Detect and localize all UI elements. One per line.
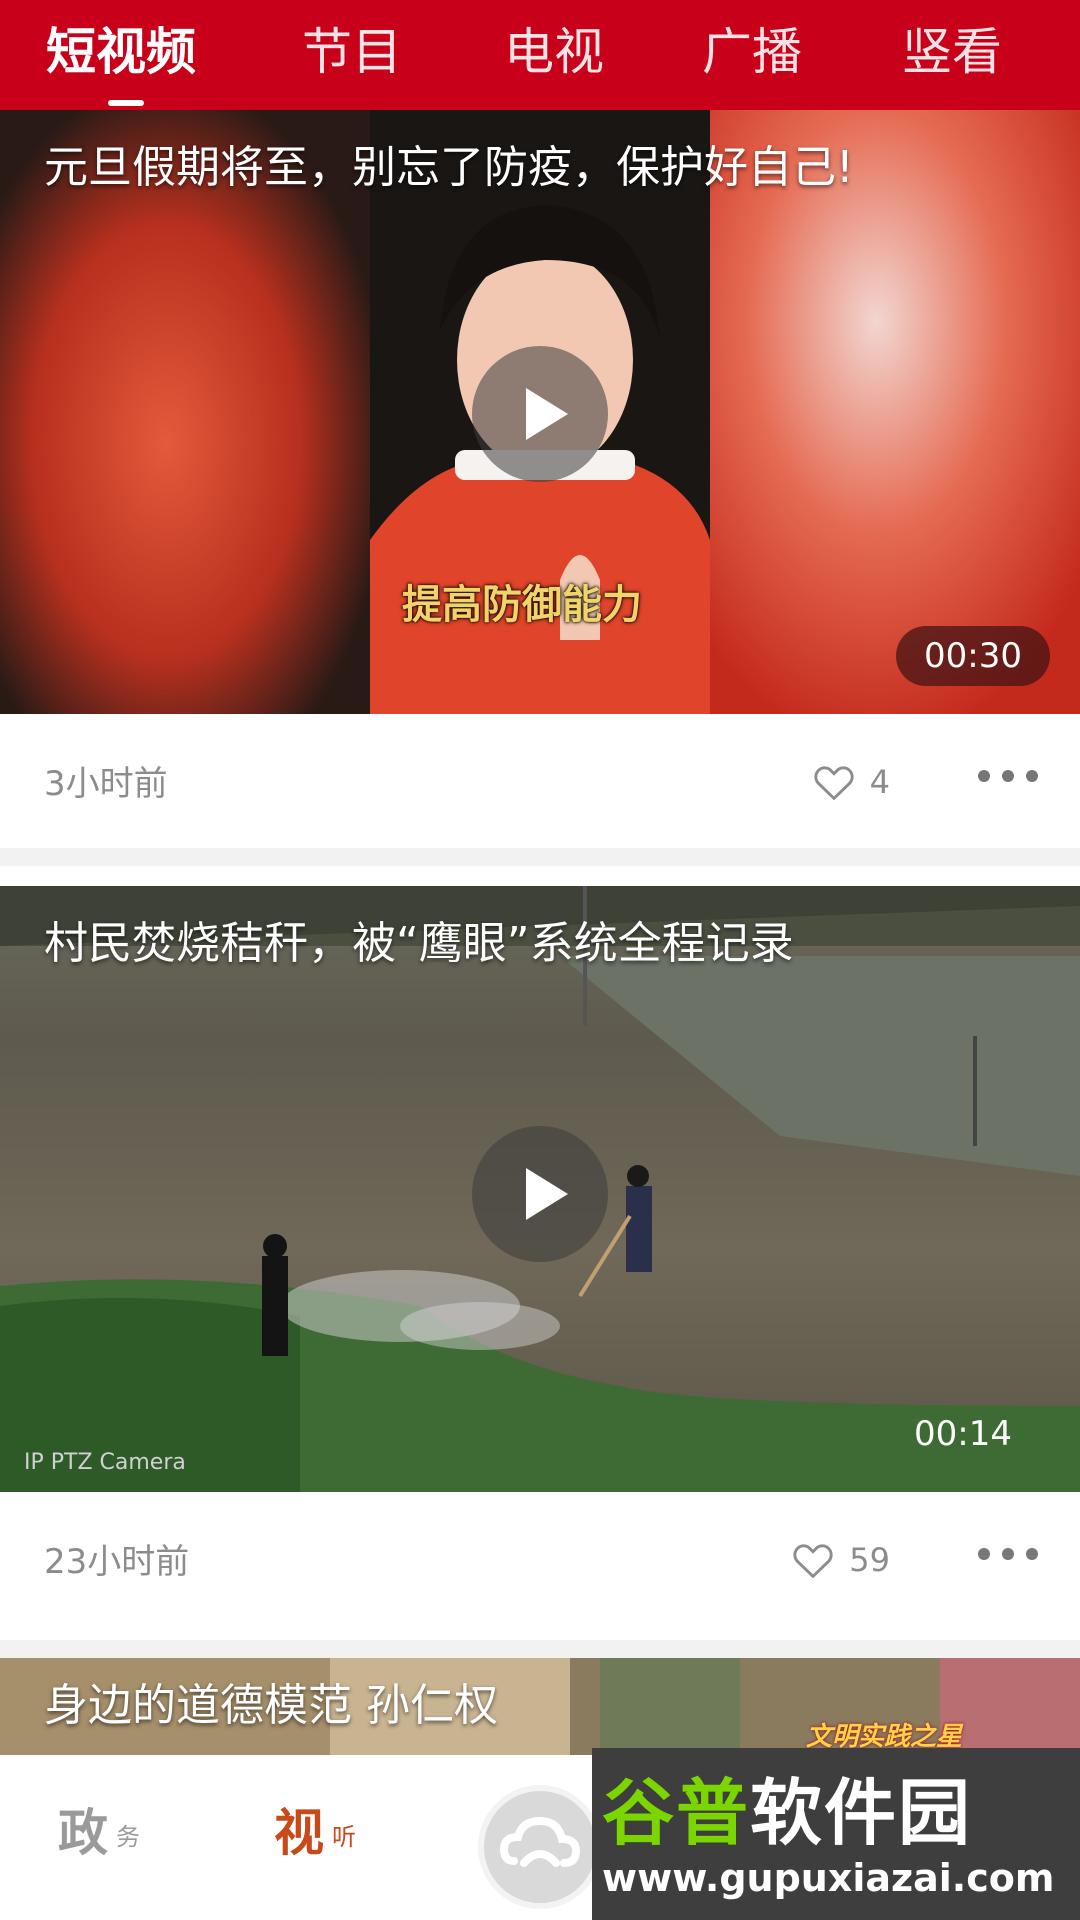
video-thumbnail[interactable]: 元旦假期将至，别忘了防疫，保护好自己! 提高防御能力 00:30 — [0, 110, 1080, 714]
like-count: 4 — [869, 763, 890, 801]
video-card[interactable]: 元旦假期将至，别忘了防疫，保护好自己! 提高防御能力 00:30 3小时前 4 — [0, 110, 1080, 848]
nav-sublabel: 务 — [116, 1822, 140, 1851]
play-icon[interactable] — [472, 1126, 608, 1262]
heart-icon — [814, 766, 854, 801]
video-card[interactable]: 村民焚烧秸秆，被“鹰眼”系统全程记录 IP PTZ Camera 00:14 2… — [0, 886, 1080, 1632]
site-watermark: 谷普软件园 www.gupuxiazai.com — [592, 1748, 1080, 1920]
watermark-title: 谷普软件园 — [602, 1771, 973, 1855]
nav-item-government[interactable]: 政务 — [58, 1803, 144, 1863]
more-options-icon[interactable] — [978, 1548, 1038, 1560]
card-separator — [0, 1640, 1080, 1658]
video-duration: 00:14 — [914, 1414, 1012, 1454]
card-separator — [0, 848, 1080, 866]
nav-label: 视 — [274, 1804, 324, 1862]
nav-label: 政 — [58, 1804, 108, 1862]
video-title: 村民焚烧秸秆，被“鹰眼”系统全程记录 — [44, 918, 794, 969]
video-duration: 00:30 — [896, 626, 1050, 686]
post-time: 3小时前 — [44, 764, 168, 804]
tab-short-video[interactable]: 短视频 — [46, 22, 196, 82]
card-meta: 3小时前 4 — [0, 714, 1080, 864]
video-title: 元旦假期将至，别忘了防疫，保护好自己! — [44, 142, 854, 193]
play-icon[interactable] — [472, 346, 608, 482]
video-thumbnail[interactable]: 身边的道德模范 孙仁权 文明实践之星 — [0, 1658, 1080, 1758]
tab-vertical[interactable]: 竖看 — [902, 22, 1002, 82]
active-tab-indicator — [108, 100, 144, 106]
heart-icon — [793, 1544, 833, 1579]
card-meta: 23小时前 59 — [0, 1492, 1080, 1642]
nav-sublabel: 听 — [332, 1822, 356, 1851]
tab-programs[interactable]: 节目 — [302, 22, 402, 82]
watermark-url: www.gupuxiazai.com — [602, 1856, 1055, 1900]
nav-item-media[interactable]: 视听 — [274, 1803, 360, 1863]
camera-overlay-text: IP PTZ Camera — [24, 1450, 186, 1475]
post-time: 23小时前 — [44, 1542, 190, 1582]
video-thumbnail[interactable]: 村民焚烧秸秆，被“鹰眼”系统全程记录 IP PTZ Camera 00:14 — [0, 886, 1080, 1492]
like-button[interactable]: 4 — [812, 760, 890, 804]
like-count: 59 — [849, 1541, 890, 1579]
like-button[interactable]: 59 — [791, 1538, 890, 1582]
video-caption: 提高防御能力 — [402, 582, 642, 628]
top-tab-bar: 短视频 节目 电视 广播 竖看 — [0, 0, 1080, 110]
tab-tv[interactable]: 电视 — [504, 22, 604, 82]
video-card[interactable]: 身边的道德模范 孙仁权 文明实践之星 — [0, 1658, 1080, 1758]
nav-center-button[interactable] — [478, 1785, 602, 1909]
cloud-icon — [499, 1816, 581, 1867]
more-options-icon[interactable] — [978, 770, 1038, 782]
tab-radio[interactable]: 广播 — [702, 22, 802, 82]
